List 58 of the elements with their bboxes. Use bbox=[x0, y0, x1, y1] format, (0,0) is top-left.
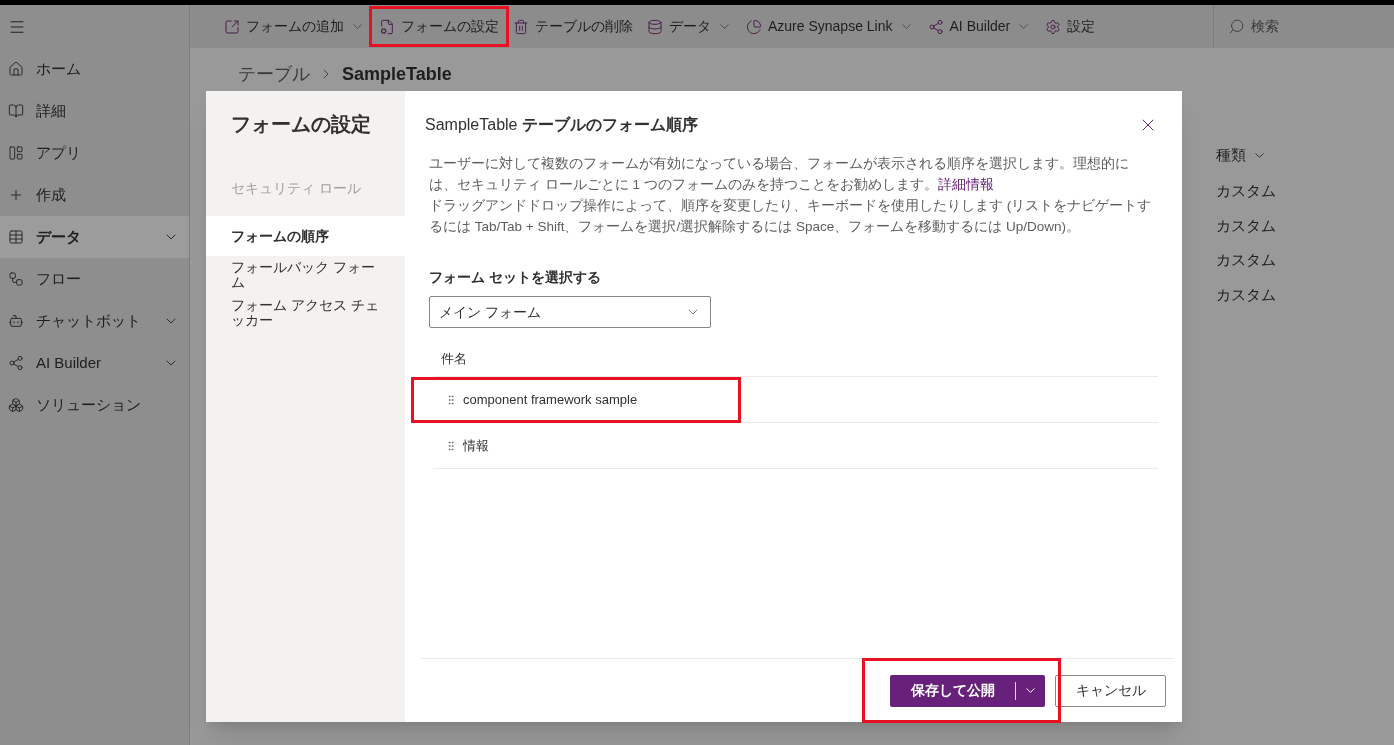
table-icon bbox=[8, 229, 24, 245]
panels-icon bbox=[8, 145, 24, 161]
instructions-text: ドラッグアンドドロップ操作によって、順序を変更したり、キーボードを使用したりします (リストをナビゲートするには Tab/Tab + Shift、フォームを選択/選択解除するには Space、フォームを移動するには Up/Down)。 bbox=[428, 197, 1153, 236]
toolbar-button[interactable]: AI Builder bbox=[923, 10, 1036, 43]
settings-icon bbox=[1045, 18, 1062, 35]
table-cell-text: カスタム bbox=[1216, 215, 1276, 236]
document-gear-icon bbox=[379, 18, 395, 35]
trash-icon bbox=[513, 18, 529, 35]
sidebar-item[interactable]: ソリューション bbox=[0, 384, 189, 426]
table-cell-text: カスタム bbox=[1216, 181, 1276, 201]
sidebar-item[interactable]: アプリ bbox=[0, 132, 189, 174]
column-header[interactable]: 種類 bbox=[1216, 143, 1246, 167]
sidebar-item[interactable]: ホーム bbox=[0, 48, 189, 90]
plus-icon bbox=[8, 187, 24, 203]
sidebar-item[interactable]: 作成 bbox=[0, 174, 189, 216]
database-icon bbox=[647, 18, 663, 35]
drag-handle-icon bbox=[445, 393, 457, 406]
nodes-icon bbox=[927, 18, 944, 35]
flow-icon bbox=[8, 271, 24, 287]
home-icon bbox=[8, 61, 24, 77]
form-row[interactable]: component framework sample bbox=[433, 377, 638, 422]
bot-icon bbox=[8, 313, 24, 329]
sidebar-item[interactable]: チャットボット bbox=[0, 300, 189, 342]
arrow-box-icon bbox=[224, 18, 240, 35]
sidebar-item[interactable]: 詳細 bbox=[0, 90, 189, 132]
boxes-icon bbox=[8, 397, 24, 413]
cancel-button[interactable]: キャンセル bbox=[1055, 674, 1166, 707]
nav-item[interactable]: フォールバック フォーム bbox=[206, 256, 405, 294]
description-text: ユーザーに対して複数のフォームが有効になっている場合、フォームが表示される順序を選択します。理想的には、セキュリティ ロールごとに 1 つのフォームのみを持つことをお勧めします。詳細情報 bbox=[428, 155, 1130, 194]
search-field[interactable]: 検索 bbox=[1213, 5, 1394, 48]
form-row[interactable]: 情報 bbox=[433, 423, 489, 468]
table-cell-text: カスタム bbox=[1216, 250, 1276, 270]
drag-handle-icon bbox=[445, 439, 457, 452]
form-set-dropdown[interactable]: メイン フォーム bbox=[429, 296, 711, 328]
toolbar-button[interactable]: データ bbox=[643, 10, 736, 43]
toolbar-button[interactable]: フォームの追加 bbox=[220, 10, 369, 43]
search-icon bbox=[1228, 18, 1245, 35]
dialog-title: フォームの設定 bbox=[230, 112, 372, 137]
toolbar-button[interactable]: フォームの設定 bbox=[375, 10, 503, 43]
sidebar-item[interactable]: AI Builder bbox=[0, 342, 189, 384]
learn-more-link[interactable]: 詳細情報 bbox=[937, 177, 994, 192]
nodes-icon bbox=[8, 355, 24, 371]
toolbar-button[interactable]: テーブルの削除 bbox=[509, 10, 637, 43]
table-cell-text: カスタム bbox=[1216, 284, 1276, 305]
column-header: 件名 bbox=[441, 350, 467, 369]
breadcrumb-current: SampleTable bbox=[342, 62, 452, 86]
dialog-heading: SampleTable テーブルのフォーム順序 bbox=[425, 115, 698, 135]
toolbar-button[interactable]: 設定 bbox=[1041, 10, 1100, 43]
field-label: フォーム セットを選択する bbox=[428, 268, 602, 287]
sidebar-item[interactable]: データ bbox=[0, 216, 189, 258]
nav-item[interactable]: フォームの順序 bbox=[206, 216, 405, 256]
book-icon bbox=[8, 103, 24, 119]
toolbar-button[interactable]: Azure Synapse Link bbox=[742, 10, 918, 43]
sidebar-item[interactable]: フロー bbox=[0, 258, 189, 300]
pie-chart-icon bbox=[746, 18, 762, 35]
breadcrumb-link[interactable]: テーブル bbox=[238, 60, 310, 88]
save-publish-button[interactable]: 保存して公開 bbox=[890, 674, 1045, 707]
nav-item[interactable]: フォーム アクセス チェッカー bbox=[206, 294, 405, 332]
